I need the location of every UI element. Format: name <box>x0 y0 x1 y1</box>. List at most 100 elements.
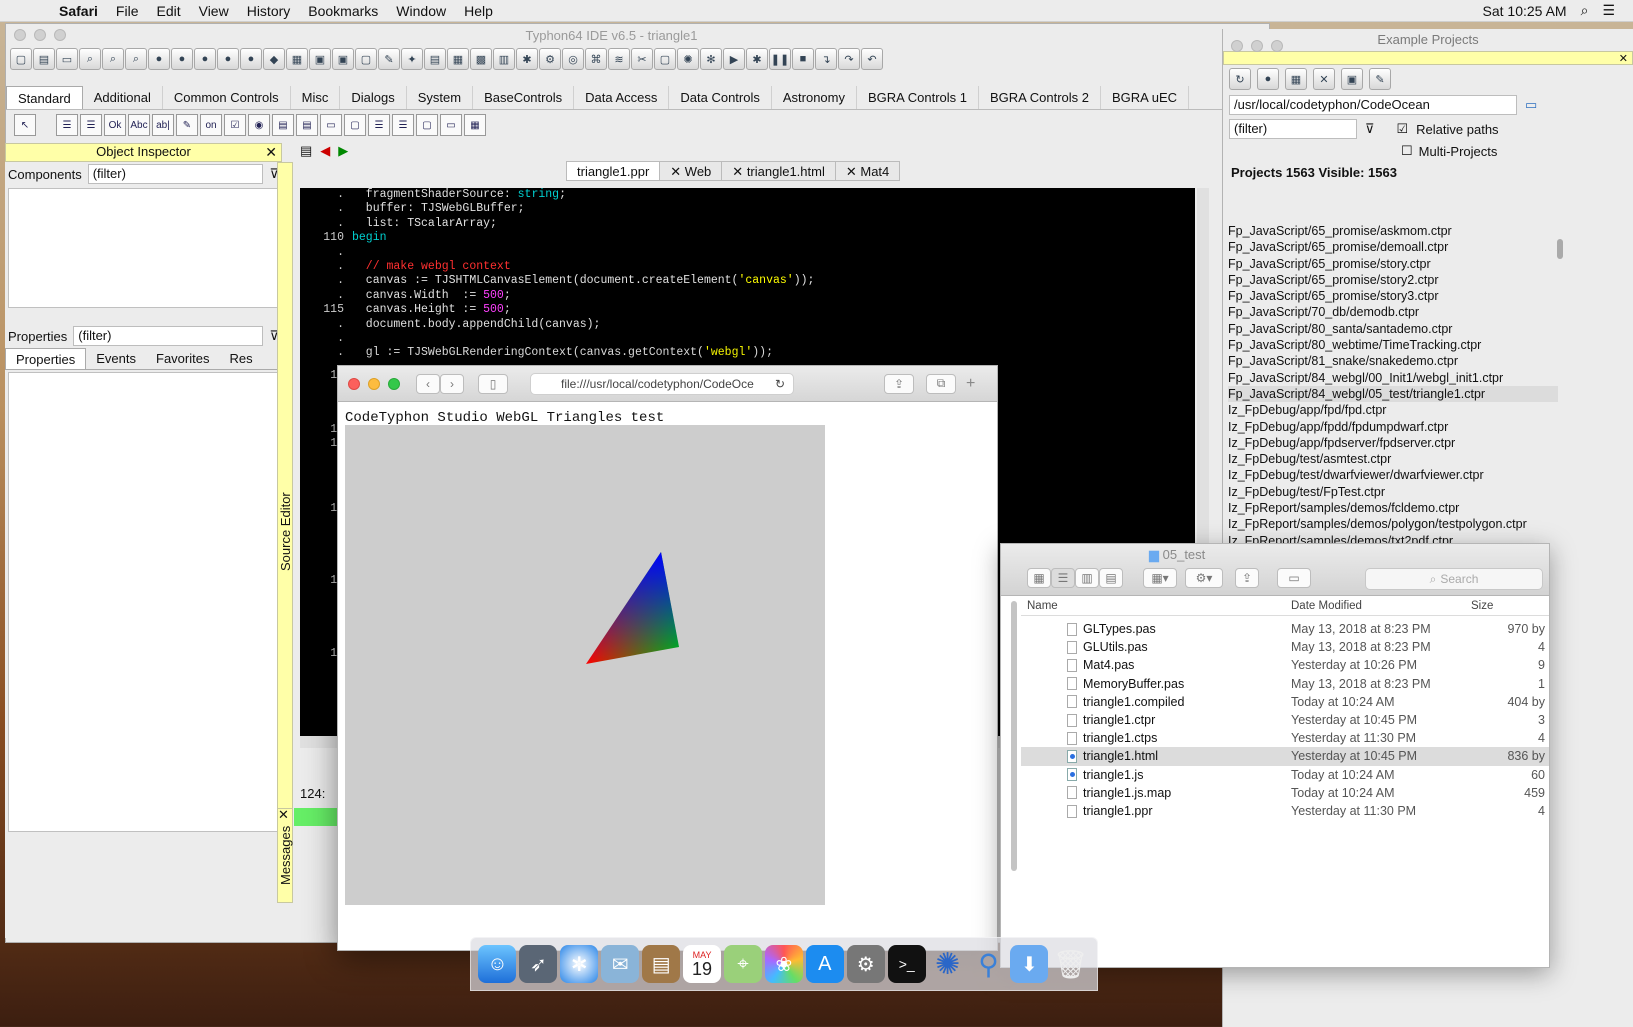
menu-history[interactable]: History <box>238 3 300 19</box>
step-into-icon[interactable]: ↴ <box>815 48 837 70</box>
project-list-item[interactable]: Fp_JavaScript/65_promise/askmom.ctpr <box>1228 223 1558 239</box>
tools-icon[interactable]: ✦ <box>401 48 423 70</box>
tab-common-controls[interactable]: Common Controls <box>163 86 291 109</box>
project-list-item[interactable]: Fp_JavaScript/70_db/demodb.ctpr <box>1228 304 1558 320</box>
gallery-view-icon[interactable]: ▤ <box>1099 568 1123 588</box>
browse-folder-icon[interactable]: ▭ <box>1525 97 1537 113</box>
finder-row[interactable]: triangle1.js.map Today at 10:24 AM 459 <box>1021 784 1549 802</box>
project-list-item[interactable]: Iz_FpReport/samples/demos/fcldemo.ctpr <box>1228 500 1558 516</box>
tab-astronomy[interactable]: Astronomy <box>772 86 857 109</box>
search-icon[interactable]: ⌕ <box>79 48 101 70</box>
new-form-icon[interactable]: ▭ <box>56 48 78 70</box>
scissors-icon[interactable]: ✂ <box>631 48 653 70</box>
finder-row[interactable]: triangle1.js Today at 10:24 AM 60 <box>1021 766 1549 784</box>
column-name[interactable]: Name <box>1021 597 1291 615</box>
open-icon[interactable]: ▦ <box>1285 68 1307 90</box>
new-unit-icon[interactable]: ▤ <box>33 48 55 70</box>
close-icon[interactable]: ✕ <box>265 144 277 161</box>
project-list-item[interactable]: Fp_JavaScript/65_promise/story2.ctpr <box>1228 272 1558 288</box>
project-list-item[interactable]: Iz_FpDebug/app/fpdd/fpdumpdwarf.ctpr <box>1228 419 1558 435</box>
save-icon[interactable]: ▣ <box>309 48 331 70</box>
menu-file[interactable]: File <box>107 3 148 19</box>
zoom-button[interactable] <box>1271 39 1283 52</box>
radio-icon[interactable]: ◉ <box>248 114 270 136</box>
tab-triangle1-html[interactable]: ✕ triangle1.html <box>721 161 836 181</box>
menu-window[interactable]: Window <box>387 3 455 19</box>
maps-icon[interactable]: ⌖ <box>723 945 762 983</box>
memo-icon[interactable]: ✎ <box>176 114 198 136</box>
launchpad-icon[interactable]: ➶ <box>519 945 558 983</box>
clear-filter-icon[interactable]: ⊽ <box>1365 121 1375 137</box>
terminal-icon[interactable]: >_ <box>887 945 926 983</box>
project-list-item[interactable]: Iz_FpReport/samples/demos/polygon/testpo… <box>1228 516 1558 532</box>
combobox-icon[interactable]: ▤ <box>296 114 318 136</box>
project-list-item[interactable]: Fp_JavaScript/84_webgl/05_test/triangle1… <box>1228 385 1558 403</box>
relative-paths-checkbox[interactable]: ☑ <box>1397 121 1409 137</box>
menu-app[interactable]: Safari <box>50 3 107 19</box>
finder-row[interactable]: Mat4.pas Yesterday at 10:26 PM 9 <box>1021 656 1549 674</box>
properties-filter-input[interactable]: (filter) <box>73 326 264 346</box>
menu-help[interactable]: Help <box>455 3 502 19</box>
find-icon[interactable]: ⌕ <box>125 48 147 70</box>
calendar-icon[interactable]: MAY 19 <box>683 945 722 983</box>
tab-bgra-controls-1[interactable]: BGRA Controls 1 <box>857 86 979 109</box>
finder-row[interactable]: triangle1.ctps Yesterday at 11:30 PM 4 <box>1021 729 1549 747</box>
package-icon[interactable]: ◆ <box>263 48 285 70</box>
component-icon[interactable]: ▩ <box>470 48 492 70</box>
debug-run-icon[interactable]: ✱ <box>746 48 768 70</box>
sidebar-icon[interactable]: ▯ <box>478 373 508 394</box>
save-project-icon[interactable]: ● <box>194 48 216 70</box>
menu-view[interactable]: View <box>190 3 238 19</box>
project-list-item[interactable]: Iz_FpDebug/app/fpd/fpd.ctpr <box>1228 402 1558 418</box>
tab-basecontrols[interactable]: BaseControls <box>473 86 575 109</box>
finder-row[interactable]: triangle1.html Yesterday at 10:45 PM 836 b… <box>1021 747 1549 766</box>
forward-arrow-icon[interactable]: ▶ <box>338 143 348 159</box>
close-button[interactable] <box>348 377 360 390</box>
project-list-item[interactable]: Fp_JavaScript/65_promise/story3.ctpr <box>1228 288 1558 304</box>
property-grid[interactable] <box>8 372 279 832</box>
minimize-button[interactable] <box>1251 39 1263 52</box>
column-view-icon[interactable]: ▥ <box>1075 568 1099 588</box>
back-arrow-icon[interactable]: ◀ <box>320 143 330 159</box>
reload-icon[interactable]: ↻ <box>775 377 785 391</box>
print-icon[interactable]: ▦ <box>447 48 469 70</box>
build-icon[interactable]: ● <box>217 48 239 70</box>
step-over-icon[interactable]: ↷ <box>838 48 860 70</box>
close-icon[interactable]: ✕ <box>846 164 861 179</box>
button-icon[interactable]: Ok <box>104 114 126 136</box>
debug-icon[interactable]: ✱ <box>516 48 538 70</box>
share-icon[interactable]: ⇪ <box>1235 568 1259 588</box>
stop-icon[interactable]: ■ <box>792 48 814 70</box>
step-out-icon[interactable]: ↶ <box>861 48 883 70</box>
layout-icon[interactable]: ▦ <box>286 48 308 70</box>
label-icon[interactable]: Abc <box>128 114 150 136</box>
finder-row[interactable]: MemoryBuffer.pas May 13, 2018 at 8:23 PM 1 <box>1021 675 1549 693</box>
source-editor-side-tab[interactable]: Source Editor <box>277 162 293 902</box>
minimize-button[interactable] <box>34 29 46 41</box>
photos-icon[interactable]: ❀ <box>764 945 803 983</box>
info-icon[interactable]: ✎ <box>1369 68 1391 90</box>
close-icon[interactable]: ✕ <box>1619 53 1628 65</box>
finder-icon[interactable]: ☺ <box>478 945 517 983</box>
project-list-item[interactable]: Fp_JavaScript/80_webtime/TimeTracking.ct… <box>1228 337 1558 353</box>
checkbox-icon[interactable]: ☑ <box>224 114 246 136</box>
finder-row[interactable]: triangle1.ppr Yesterday at 11:30 PM 4 <box>1021 802 1549 820</box>
multi-projects-checkbox[interactable]: ☐ <box>1401 143 1413 159</box>
safari-icon[interactable]: ✲ <box>560 945 599 983</box>
build-icon[interactable]: ● <box>1257 68 1279 90</box>
forward-icon[interactable]: › <box>440 373 464 394</box>
compile-icon[interactable]: ▥ <box>493 48 515 70</box>
project-list-item[interactable]: Fp_JavaScript/65_promise/demoall.ctpr <box>1228 239 1558 255</box>
save-all-icon[interactable]: ▣ <box>332 48 354 70</box>
tab-standard[interactable]: Standard <box>6 86 83 109</box>
system-preferences-icon[interactable]: ⚙ <box>846 945 885 983</box>
column-size[interactable]: Size <box>1469 597 1495 615</box>
project-list-item[interactable]: Fp_JavaScript/80_santa/santademo.ctpr <box>1228 321 1558 337</box>
finder-search-input[interactable]: ⌕ Search <box>1365 568 1543 590</box>
refresh-icon[interactable]: ↻ <box>1229 68 1251 90</box>
examples-filter-input[interactable]: (filter) <box>1229 119 1357 139</box>
project-list-item[interactable]: Iz_FpDebug/test/FpTest.ctpr <box>1228 484 1558 500</box>
checkgroup-icon[interactable]: ☰ <box>392 114 414 136</box>
list-view-icon[interactable]: ☰ <box>1051 568 1075 588</box>
pause-icon[interactable]: ❚❚ <box>769 48 791 70</box>
